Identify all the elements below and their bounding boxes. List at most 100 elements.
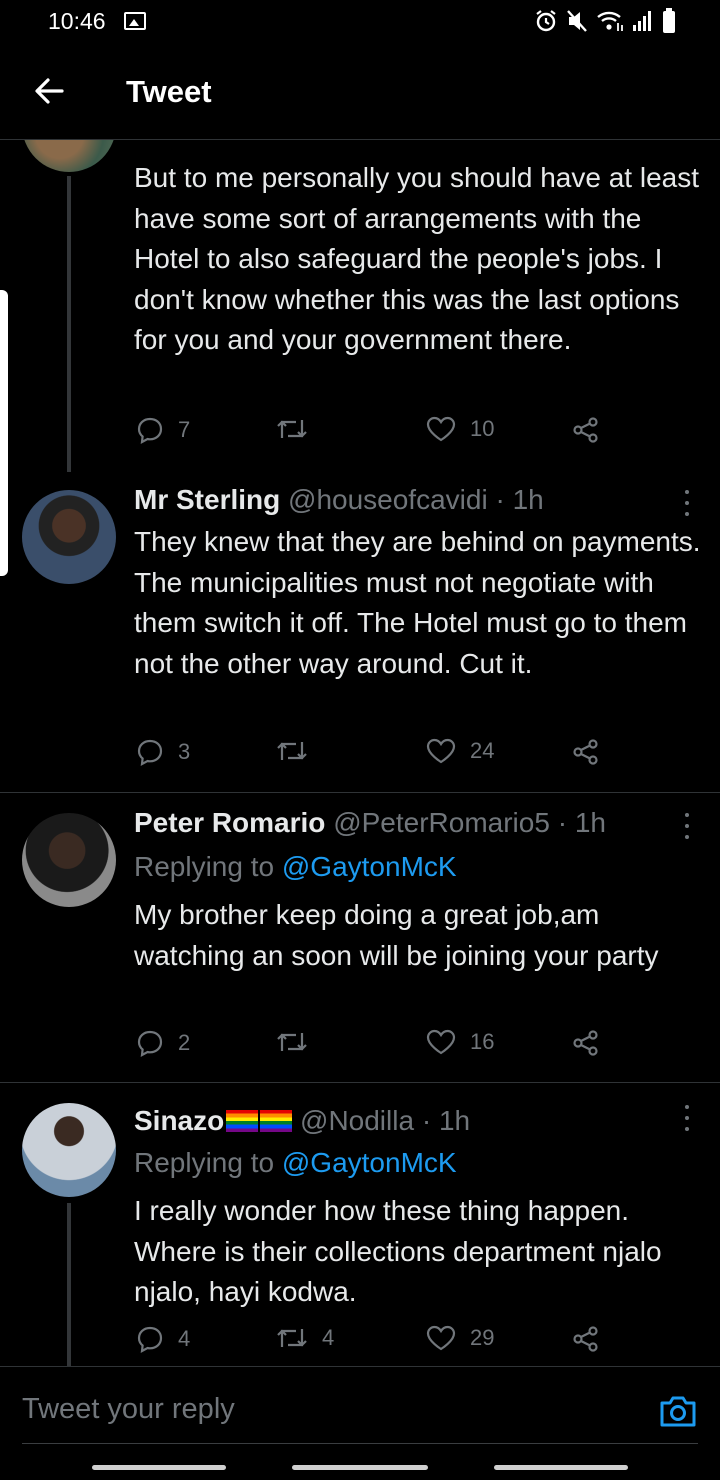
tweet-time: 1h: [512, 484, 544, 515]
camera-button[interactable]: [658, 1393, 698, 1429]
retweet-icon: [277, 742, 307, 760]
reply-input-underline: [22, 1443, 698, 1444]
back-button[interactable]: [26, 68, 72, 114]
tweet-header: Mr Sterling @houseofcavidi · 1h: [134, 484, 544, 516]
reply-action[interactable]: 7: [136, 416, 190, 444]
share-action[interactable]: [572, 1325, 600, 1353]
nav-back-button[interactable]: [494, 1465, 628, 1470]
reply-action[interactable]: 3: [136, 738, 190, 766]
reply-icon: [137, 1326, 163, 1353]
heart-icon: [426, 1029, 456, 1055]
heart-icon: [426, 738, 456, 764]
tweet[interactable]: Sinazo @Nodilla · 1h Replying to @Gayton…: [0, 1083, 720, 1366]
back-arrow-icon: [35, 78, 64, 104]
retweet-icon: [277, 1329, 307, 1347]
reply-input[interactable]: Tweet your reply: [22, 1393, 235, 1426]
like-action[interactable]: 10: [426, 416, 494, 442]
like-action[interactable]: 29: [426, 1325, 494, 1351]
tweet-text: My brother keep doing a great job,am wat…: [134, 899, 659, 971]
nav-recents-button[interactable]: [92, 1465, 226, 1470]
retweet-count: 4: [322, 1325, 335, 1350]
retweet-action[interactable]: [276, 738, 322, 764]
thread-line: [67, 176, 71, 472]
tweet-text: But to me personally you should have at …: [134, 162, 700, 356]
nav-home-button[interactable]: [292, 1465, 428, 1470]
top-app-bar: Tweet: [0, 44, 720, 140]
reply-icon: [137, 739, 163, 766]
display-name[interactable]: Peter Romario: [134, 807, 325, 838]
battery-icon: [663, 8, 675, 33]
user-handle[interactable]: @houseofcavidi: [288, 484, 488, 515]
tweet-actions: 7 10: [134, 416, 614, 452]
tweet-header: Peter Romario @PeterRomario5 · 1h: [134, 807, 606, 839]
signal-icon: [633, 11, 651, 31]
heart-icon: [426, 416, 456, 442]
avatar[interactable]: [22, 490, 116, 584]
replying-prefix: Replying to: [134, 851, 282, 882]
tweet-time: 1h: [574, 807, 606, 838]
tweet[interactable]: Peter Romario @PeterRomario5 · 1h Replyi…: [0, 793, 720, 1081]
system-nav-bar: [0, 1465, 720, 1471]
share-action[interactable]: [572, 416, 600, 444]
share-icon: [573, 739, 598, 765]
like-action[interactable]: 24: [426, 738, 494, 764]
reply-icon: [137, 417, 163, 444]
tweet-text: I really wonder how these thing happen. …: [134, 1195, 662, 1308]
tweet-time: 1h: [438, 1105, 471, 1136]
status-icons: [534, 8, 676, 34]
replying-to-link[interactable]: @GaytonMcK: [282, 1147, 457, 1178]
share-action[interactable]: [572, 1029, 600, 1057]
display-name[interactable]: Mr Sterling: [134, 484, 280, 515]
like-count: 16: [470, 1029, 495, 1054]
heart-icon: [426, 1325, 456, 1351]
reply-icon: [137, 1030, 163, 1057]
like-count: 10: [470, 416, 495, 441]
more-options-button[interactable]: [682, 1105, 692, 1131]
mute-icon: [567, 10, 587, 32]
status-bar: 10:46: [0, 0, 720, 44]
share-icon: [573, 1326, 598, 1352]
wifi-icon: [597, 11, 623, 31]
retweet-action[interactable]: [276, 1029, 322, 1055]
replying-to-link[interactable]: @GaytonMcK: [282, 851, 457, 882]
display-name[interactable]: Sinazo: [134, 1105, 224, 1136]
gallery-notification-icon: [124, 12, 146, 30]
retweet-action[interactable]: [276, 416, 322, 442]
reply-count: 4: [178, 1326, 191, 1351]
reply-action[interactable]: 4: [136, 1325, 190, 1353]
like-count: 29: [470, 1325, 495, 1350]
tweet-actions: 4 4 29: [134, 1325, 614, 1361]
like-count: 24: [470, 738, 495, 763]
reply-count: 2: [178, 1030, 191, 1055]
page-title: Tweet: [126, 74, 212, 109]
more-options-button[interactable]: [682, 813, 692, 839]
reply-composer: Tweet your reply: [0, 1366, 720, 1480]
share-icon: [573, 1030, 598, 1056]
replying-to: Replying to @GaytonMcK: [134, 1147, 457, 1179]
user-handle[interactable]: @PeterRomario5: [333, 807, 550, 838]
reply-action[interactable]: 2: [136, 1029, 190, 1057]
like-action[interactable]: 16: [426, 1029, 494, 1055]
rainbow-flag-icon: [260, 1110, 293, 1132]
user-handle[interactable]: @Nodilla: [300, 1105, 414, 1136]
camera-icon: [660, 1396, 696, 1427]
retweet-action[interactable]: 4: [276, 1325, 334, 1351]
avatar[interactable]: [22, 1103, 116, 1197]
tweet-header: Sinazo @Nodilla · 1h: [134, 1105, 470, 1137]
tweet[interactable]: But to me personally you should have at …: [0, 140, 720, 472]
avatar[interactable]: [22, 813, 116, 907]
share-action[interactable]: [572, 738, 600, 766]
tweet[interactable]: Mr Sterling @houseofcavidi · 1h They kne…: [0, 470, 720, 792]
reply-feed[interactable]: But to me personally you should have at …: [0, 140, 720, 1366]
avatar[interactable]: [22, 140, 116, 172]
replying-to: Replying to @GaytonMcK: [134, 851, 457, 883]
share-icon: [573, 417, 598, 443]
status-time: 10:46: [48, 8, 106, 34]
retweet-icon: [277, 1033, 307, 1051]
tweet-actions: 3 24: [134, 738, 614, 774]
separator-dot: ·: [557, 807, 568, 838]
more-options-button[interactable]: [682, 490, 692, 516]
reply-count: 3: [178, 739, 191, 764]
tweet-text: They knew that they are behind on paymen…: [134, 526, 701, 679]
edge-panel-handle[interactable]: [0, 290, 8, 576]
